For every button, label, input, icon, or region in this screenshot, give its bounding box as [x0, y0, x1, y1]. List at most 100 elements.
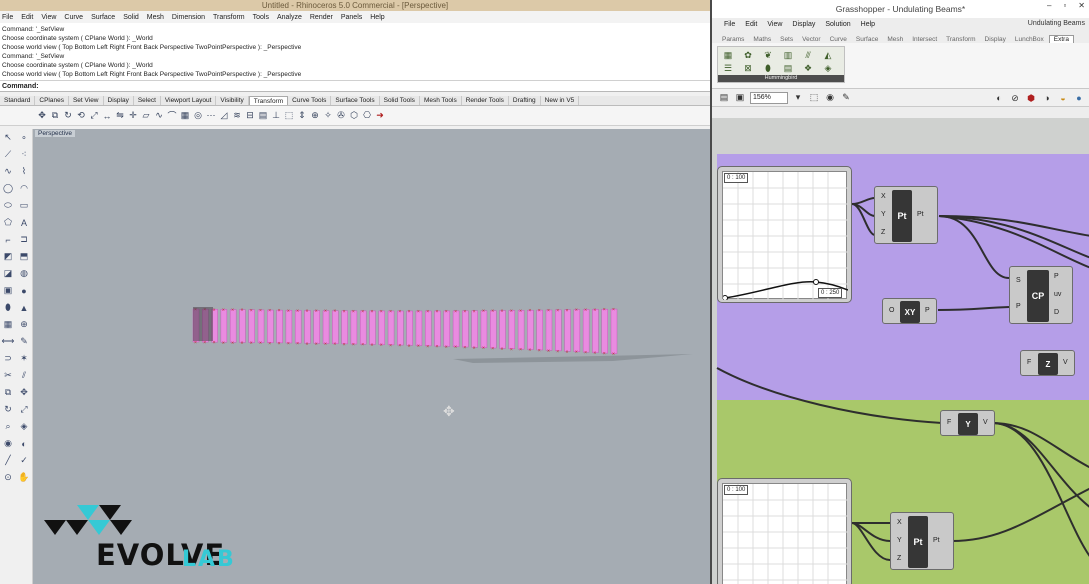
point-icon[interactable]: ∘ — [18, 131, 31, 144]
check-icon[interactable]: ✓ — [18, 454, 31, 467]
text-icon[interactable]: A — [18, 216, 31, 229]
maelstrom-icon[interactable]: ✇ — [335, 110, 347, 122]
output-pt[interactable]: Pt — [917, 211, 924, 218]
gh-tab-surface[interactable]: Surface — [852, 36, 882, 43]
family-icon[interactable]: ❖ — [801, 62, 815, 75]
rotate-3d-icon[interactable]: ⟲ — [75, 110, 87, 122]
input-z[interactable]: Z — [881, 229, 885, 236]
array-polar-icon[interactable]: ◎ — [192, 110, 204, 122]
dim-icon[interactable]: ⟷ — [2, 335, 15, 348]
select-icon[interactable]: ↖ — [2, 131, 15, 144]
xy-plane-node[interactable]: O XY P — [882, 298, 937, 324]
menu-solid[interactable]: Solid — [123, 14, 139, 21]
tab-cplanes[interactable]: CPlanes — [35, 96, 69, 105]
mirror-icon[interactable]: ⇋ — [114, 110, 126, 122]
ellipse-icon[interactable]: ⬭ — [2, 199, 15, 212]
gear-icon[interactable]: ✿ — [741, 49, 755, 62]
tab-drafting[interactable]: Drafting — [509, 96, 541, 105]
output-v[interactable]: V — [983, 419, 988, 426]
floor-icon[interactable]: ▤ — [781, 62, 795, 75]
tab-transform[interactable]: Transform — [248, 96, 289, 105]
hummingbird-icon[interactable]: ❦ — [761, 49, 775, 62]
rotate-icon[interactable]: ↻ — [62, 110, 74, 122]
construct-point-node[interactable]: X Y Z Pt Pt — [874, 186, 938, 244]
smash-icon[interactable]: ▤ — [257, 110, 269, 122]
tab-set-view[interactable]: Set View — [69, 96, 104, 105]
pan-icon[interactable]: ✋ — [18, 471, 31, 484]
input-f[interactable]: F — [1027, 359, 1031, 366]
menu-render[interactable]: Render — [310, 14, 333, 21]
scale-icon[interactable]: ⤢ — [88, 110, 100, 122]
align-icon[interactable]: ⊟ — [244, 110, 256, 122]
gh-tab-transform[interactable]: Transform — [942, 36, 979, 43]
explode-icon[interactable]: ✶ — [18, 352, 31, 365]
set-pt-icon[interactable]: ➜ — [374, 110, 386, 122]
gh-menu-solution[interactable]: Solution — [825, 21, 850, 28]
menu-dimension[interactable]: Dimension — [172, 14, 205, 21]
tab-display[interactable]: Display — [104, 96, 134, 105]
tab-render-tools[interactable]: Render Tools — [462, 96, 509, 105]
input-o[interactable]: O — [889, 307, 894, 314]
output-p[interactable]: P — [1054, 273, 1059, 280]
menu-edit[interactable]: Edit — [21, 14, 33, 21]
menu-surface[interactable]: Surface — [91, 14, 115, 21]
chevron-down-icon[interactable]: ▾ — [792, 92, 804, 104]
material-icon[interactable]: ◐ — [18, 437, 31, 450]
output-pt[interactable]: Pt — [933, 537, 940, 544]
output-p[interactable]: P — [925, 307, 930, 314]
surface-icon[interactable]: ◩ — [2, 250, 15, 263]
unit-z-node[interactable]: F Z V — [1020, 350, 1075, 376]
input-z[interactable]: Z — [897, 555, 901, 562]
tab-new-in-v5[interactable]: New in V5 — [541, 96, 580, 105]
gh-tab-intersect[interactable]: Intersect — [908, 36, 941, 43]
gh-tab-extra[interactable]: Extra — [1048, 35, 1074, 43]
graph-mapper-2[interactable]: 0 : 100 — [717, 478, 852, 584]
list-icon[interactable]: ☰ — [721, 62, 735, 75]
preview-icon[interactable]: ◐ — [993, 92, 1005, 104]
roof-icon[interactable]: ◭ — [821, 49, 835, 62]
command-prompt[interactable]: Command: — [0, 81, 710, 92]
menu-analyze[interactable]: Analyze — [277, 14, 302, 21]
eye-icon[interactable]: ◉ — [824, 92, 836, 104]
scale-tool-icon[interactable]: ⤢ — [18, 403, 31, 416]
grid-icon[interactable]: ▦ — [721, 49, 735, 62]
gh-menu-help[interactable]: Help — [861, 21, 875, 28]
selected-only-icon[interactable]: ◑ — [1041, 92, 1053, 104]
trim-icon[interactable]: ✂ — [2, 369, 15, 382]
offset-icon[interactable]: ⊐ — [18, 233, 31, 246]
sphere-icon[interactable]: ● — [18, 284, 31, 297]
input-p[interactable]: P — [1016, 303, 1021, 310]
open-icon[interactable]: ▤ — [718, 92, 730, 104]
fillet-icon[interactable]: ⌐ — [2, 233, 15, 246]
array-curve-icon[interactable]: ⋯ — [205, 110, 217, 122]
save-icon[interactable]: ▣ — [734, 92, 746, 104]
zoom-dropdown[interactable]: 156% — [750, 91, 788, 104]
topo-icon[interactable]: ◈ — [821, 62, 835, 75]
scale-1d-icon[interactable]: ↔ — [101, 110, 113, 122]
gh-menu-edit[interactable]: Edit — [745, 21, 757, 28]
menu-file[interactable]: File — [2, 14, 13, 21]
unit-y-node[interactable]: F Y V — [940, 410, 995, 436]
tab-standard[interactable]: Standard — [0, 96, 36, 105]
perspective-viewport[interactable]: Perspective × × × × × × × × × × × × × × × × × × × × × × × × × × × ×… — [33, 129, 710, 584]
revolve-icon[interactable]: ◍ — [18, 267, 31, 280]
bend-icon[interactable]: ⌒ — [166, 110, 178, 122]
curvature-icon[interactable]: ◈ — [18, 420, 31, 433]
tab-surface-tools[interactable]: Surface Tools — [331, 96, 380, 105]
orient-icon[interactable]: ✛ — [127, 110, 139, 122]
mesh-quality-icon[interactable]: ◒ — [1057, 92, 1069, 104]
flow-icon[interactable]: ≋ — [231, 110, 243, 122]
shaded-icon[interactable]: ⬢ — [1025, 92, 1037, 104]
sketch-icon[interactable]: ✎ — [840, 92, 852, 104]
gh-canvas[interactable]: 0 : 100 0 : 250 X Y Z Pt Pt O XY P S P C… — [712, 118, 1089, 584]
menu-curve[interactable]: Curve — [64, 14, 83, 21]
closest-point-node[interactable]: S P CP P uv D — [1009, 266, 1073, 324]
curve-pts-icon[interactable]: ⌇ — [18, 165, 31, 178]
bake-icon[interactable]: ● — [1073, 92, 1085, 104]
splop-icon[interactable]: ⊕ — [309, 110, 321, 122]
zoom-extents-icon[interactable]: ⬚ — [808, 92, 820, 104]
polygon-icon[interactable]: ⬠ — [2, 216, 15, 229]
gh-document-name[interactable]: Undulating Beams — [1028, 20, 1085, 27]
taper-icon[interactable]: ◿ — [218, 110, 230, 122]
wireframe-icon[interactable]: ⊘ — [1009, 92, 1021, 104]
